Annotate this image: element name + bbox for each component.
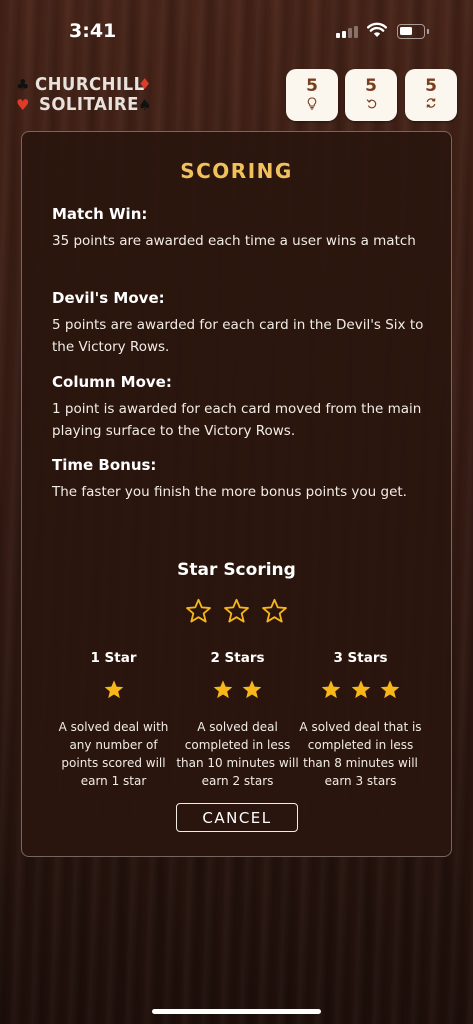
rule-heading-devils-move: Devil's Move: — [52, 289, 165, 307]
star-outline-icon — [224, 598, 249, 623]
star-level-stars — [51, 679, 176, 703]
rule-heading-time-bonus: Time Bonus: — [52, 456, 157, 474]
reshuffle-count: 5 — [425, 76, 437, 96]
cellular-signal-icon — [336, 26, 358, 38]
star-filled-icon — [351, 680, 370, 699]
star-level-description: A solved deal with any number of points … — [58, 720, 169, 788]
undo-icon — [345, 97, 397, 112]
star-level-label: 3 Stars — [333, 650, 388, 666]
hints-count: 5 — [306, 76, 318, 96]
lightbulb-icon — [286, 97, 338, 113]
star-scoring-title: Star Scoring — [177, 560, 296, 580]
logo-line-2: SOLITAIRE — [39, 94, 139, 115]
star-level-label: 1 Star — [90, 650, 137, 666]
star-level-description: A solved deal completed in less than 10 … — [176, 720, 299, 788]
status-time: 3:41 — [69, 20, 117, 42]
star-level-2: 2 Stars A solved deal completed in less … — [175, 650, 300, 790]
rule-text-time-bonus: The faster you finish the more bonus poi… — [52, 484, 407, 500]
status-bar: 3:41 — [0, 0, 473, 60]
heart-icon: ♥ — [16, 96, 30, 114]
logo-line-1: CHURCHILL — [35, 74, 145, 95]
cancel-button[interactable]: CANCEL — [176, 803, 298, 832]
rule-text-column-move: 1 point is awarded for each card moved f… — [52, 401, 422, 439]
rule-text-match-win: 35 points are awarded each time a user w… — [52, 233, 416, 249]
dialog-title: SCORING — [180, 159, 293, 183]
star-filled-icon — [213, 680, 233, 699]
reshuffle-counter[interactable]: 5 — [405, 69, 457, 121]
app-logo: ♣ ♥ CHURCHILL SOLITAIRE ♦ ♠ — [14, 72, 159, 118]
star-filled-icon — [104, 680, 123, 699]
rule-heading-match-win: Match Win: — [52, 205, 148, 223]
club-icon: ♣ — [16, 76, 30, 94]
rule-heading-column-move: Column Move: — [52, 373, 172, 391]
star-level-1: 1 Star A solved deal with any number of … — [51, 650, 176, 790]
hints-counter[interactable]: 5 — [286, 69, 338, 121]
spade-icon: ♠ — [138, 96, 152, 114]
star-level-description: A solved deal that is completed in less … — [299, 720, 422, 788]
wifi-icon — [367, 22, 387, 37]
star-filled-icon — [380, 680, 399, 699]
undo-counter[interactable]: 5 — [345, 69, 397, 121]
diamond-icon: ♦ — [138, 75, 152, 93]
star-level-3: 3 Stars A solved deal that is completed … — [298, 650, 423, 790]
scoring-dialog: SCORING Match Win: 35 points are awarded… — [21, 131, 452, 857]
battery-icon — [397, 24, 429, 39]
star-filled-icon — [322, 680, 341, 699]
star-level-label: 2 Stars — [210, 650, 265, 666]
star-outline-icon — [186, 598, 211, 623]
star-rating-outline — [22, 598, 451, 628]
home-indicator[interactable] — [152, 1009, 321, 1014]
reshuffle-icon — [405, 97, 457, 112]
undo-count: 5 — [365, 76, 377, 96]
star-filled-icon — [242, 680, 262, 699]
star-level-stars — [175, 679, 300, 703]
rule-text-devils-move: 5 points are awarded for each card in th… — [52, 317, 424, 355]
star-outline-icon — [262, 598, 287, 623]
star-level-stars — [298, 679, 423, 703]
